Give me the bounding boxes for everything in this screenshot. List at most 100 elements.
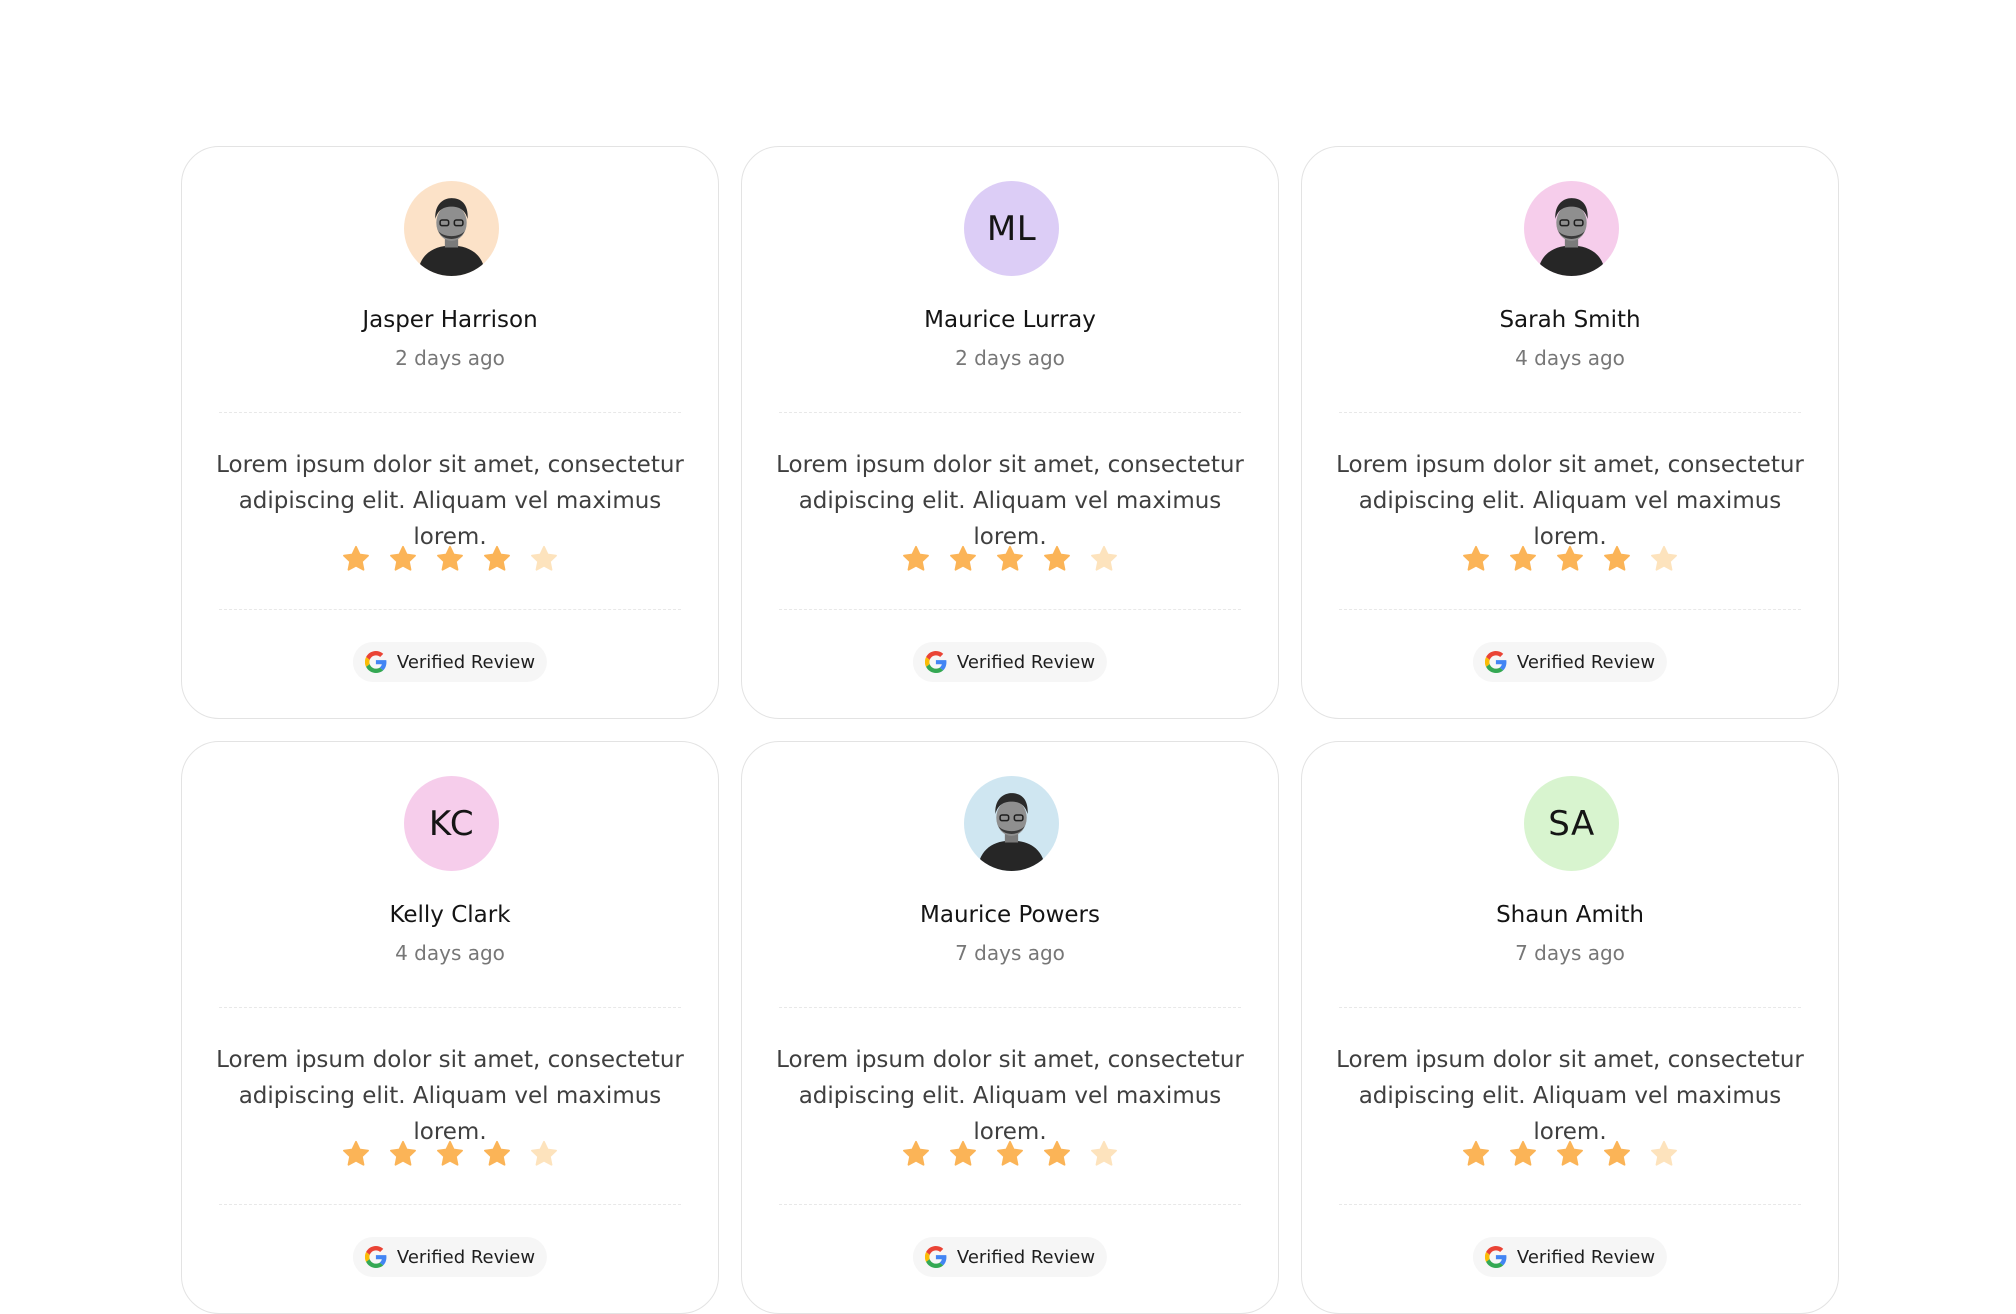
badge-label: Verified Review	[1516, 1246, 1656, 1268]
person-photo-icon	[417, 198, 486, 276]
review-card: Sarah Smith 4 days ago Lorem ipsum dolor…	[1301, 146, 1839, 719]
divider	[219, 1204, 681, 1205]
google-icon	[364, 651, 387, 673]
avatar: KC	[404, 776, 499, 871]
star-filled-icon	[1604, 1140, 1630, 1166]
star-filled-icon	[437, 1140, 463, 1166]
divider	[779, 1007, 1241, 1008]
divider	[219, 609, 681, 610]
star-filled-icon	[1463, 545, 1489, 571]
star-filled-icon	[997, 545, 1023, 571]
star-filled-icon	[390, 545, 416, 571]
avatar-initials: KC	[428, 803, 475, 844]
divider	[219, 412, 681, 413]
review-card: Maurice Powers 7 days ago Lorem ipsum do…	[741, 741, 1279, 1314]
review-card: KC Kelly Clark 4 days ago Lorem ipsum do…	[181, 741, 719, 1314]
star-rating	[1302, 545, 1838, 573]
star-filled-icon	[997, 1140, 1023, 1166]
star-filled-icon	[903, 1140, 929, 1166]
review-text: Lorem ipsum dolor sit amet, consectetur …	[1336, 1047, 1804, 1145]
review-text: Lorem ipsum dolor sit amet, consectetur …	[216, 452, 684, 550]
google-icon	[924, 651, 947, 673]
verified-review-badge: Verified Review	[1472, 642, 1668, 682]
review-card: Jasper Harrison 2 days ago Lorem ipsum d…	[181, 146, 719, 719]
star-filled-icon	[484, 1140, 510, 1166]
star-empty-icon	[1651, 1140, 1677, 1166]
review-time: 4 days ago	[395, 941, 505, 965]
star-empty-icon	[1091, 1140, 1117, 1166]
verified-review-badge: Verified Review	[352, 1237, 548, 1277]
reviewer-name: Maurice Powers	[920, 902, 1100, 928]
reviewer-name: Maurice Lurray	[924, 307, 1096, 333]
verified-review-badge: Verified Review	[352, 642, 548, 682]
reviewer-name: Sarah Smith	[1499, 307, 1641, 333]
google-icon	[1484, 651, 1507, 673]
star-filled-icon	[343, 1140, 369, 1166]
avatar	[1524, 181, 1619, 276]
badge-label: Verified Review	[396, 1246, 536, 1268]
google-icon	[364, 1246, 387, 1268]
divider	[779, 1204, 1241, 1205]
star-filled-icon	[1604, 545, 1630, 571]
person-photo-icon	[977, 793, 1046, 871]
avatar-initials: SA	[1548, 803, 1595, 844]
badge-label: Verified Review	[956, 651, 1096, 673]
divider	[1339, 1007, 1801, 1008]
verified-review-badge: Verified Review	[912, 642, 1108, 682]
verified-review-badge: Verified Review	[912, 1237, 1108, 1277]
star-rating	[1302, 1140, 1838, 1168]
star-filled-icon	[1463, 1140, 1489, 1166]
review-text: Lorem ipsum dolor sit amet, consectetur …	[776, 1047, 1244, 1145]
star-filled-icon	[950, 545, 976, 571]
badge-label: Verified Review	[956, 1246, 1096, 1268]
review-time: 4 days ago	[1515, 346, 1625, 370]
google-icon	[1484, 1246, 1507, 1268]
review-time: 7 days ago	[955, 941, 1065, 965]
star-empty-icon	[531, 545, 557, 571]
star-filled-icon	[1557, 545, 1583, 571]
review-card: ML Maurice Lurray 2 days ago Lorem ipsum…	[741, 146, 1279, 719]
verified-review-badge: Verified Review	[1472, 1237, 1668, 1277]
reviewer-name: Kelly Clark	[389, 902, 511, 928]
star-filled-icon	[390, 1140, 416, 1166]
star-filled-icon	[903, 545, 929, 571]
person-photo-icon	[1537, 198, 1606, 276]
divider	[219, 1007, 681, 1008]
star-empty-icon	[1091, 545, 1117, 571]
divider	[1339, 412, 1801, 413]
review-text: Lorem ipsum dolor sit amet, consectetur …	[216, 1047, 684, 1145]
reviewer-name: Jasper Harrison	[362, 307, 538, 333]
star-filled-icon	[1044, 1140, 1070, 1166]
divider	[779, 412, 1241, 413]
google-icon	[924, 1246, 947, 1268]
star-empty-icon	[531, 1140, 557, 1166]
star-filled-icon	[343, 545, 369, 571]
star-filled-icon	[1510, 545, 1536, 571]
review-time: 2 days ago	[955, 346, 1065, 370]
review-time: 7 days ago	[1515, 941, 1625, 965]
review-time: 2 days ago	[395, 346, 505, 370]
star-filled-icon	[484, 545, 510, 571]
avatar: ML	[964, 181, 1059, 276]
review-card: SA Shaun Amith 7 days ago Lorem ipsum do…	[1301, 741, 1839, 1314]
star-rating	[742, 1140, 1278, 1168]
star-filled-icon	[950, 1140, 976, 1166]
star-rating	[182, 1140, 718, 1168]
divider	[779, 609, 1241, 610]
divider	[1339, 1204, 1801, 1205]
review-text: Lorem ipsum dolor sit amet, consectetur …	[776, 452, 1244, 550]
reviewer-name: Shaun Amith	[1496, 902, 1644, 928]
avatar	[964, 776, 1059, 871]
badge-label: Verified Review	[396, 651, 536, 673]
star-filled-icon	[1510, 1140, 1536, 1166]
star-rating	[742, 545, 1278, 573]
star-empty-icon	[1651, 545, 1677, 571]
star-filled-icon	[1557, 1140, 1583, 1166]
review-text: Lorem ipsum dolor sit amet, consectetur …	[1336, 452, 1804, 550]
divider	[1339, 609, 1801, 610]
reviews-grid: Jasper Harrison 2 days ago Lorem ipsum d…	[181, 146, 1839, 1314]
star-filled-icon	[1044, 545, 1070, 571]
star-rating	[182, 545, 718, 573]
avatar	[404, 181, 499, 276]
badge-label: Verified Review	[1516, 651, 1656, 673]
